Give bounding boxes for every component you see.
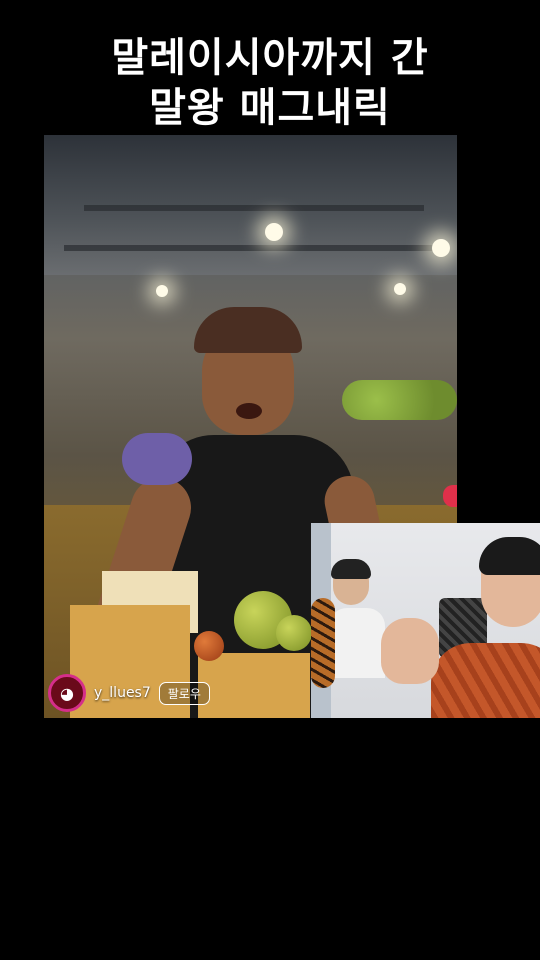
fruit: [194, 631, 224, 661]
ceiling-beam: [84, 205, 424, 211]
reaction-video[interactable]: [311, 523, 540, 718]
ceiling-light: [265, 223, 283, 241]
ceiling-light: [394, 283, 406, 295]
vendor-mouth: [236, 403, 262, 419]
ceiling-beam: [64, 245, 444, 251]
title-line-1: 말레이시아까지 간: [111, 35, 429, 81]
reactor-2-hair: [479, 537, 540, 575]
vendor-glove: [122, 433, 192, 485]
reactor-1-body: [329, 608, 385, 678]
fruit: [276, 615, 312, 651]
follow-button[interactable]: 팔로우: [158, 681, 210, 705]
heart-icon: [443, 485, 457, 507]
reactor-2-body: [431, 643, 540, 718]
cardboard-box: [198, 653, 310, 718]
live-user-bar: ◕ y_llues7 팔로우: [48, 674, 210, 712]
reactor-2-hand: [381, 618, 439, 684]
user-avatar[interactable]: ◕: [48, 674, 86, 712]
duck-avatar-icon: ◕: [60, 683, 74, 703]
username[interactable]: y_llues7: [94, 685, 151, 701]
vendor-cap: [194, 307, 302, 353]
title-line-2: 말왕 매그내릭: [149, 85, 391, 131]
ceiling-light: [432, 239, 450, 257]
tiger-plush: [311, 598, 335, 688]
reactor-1-hair: [331, 559, 371, 579]
